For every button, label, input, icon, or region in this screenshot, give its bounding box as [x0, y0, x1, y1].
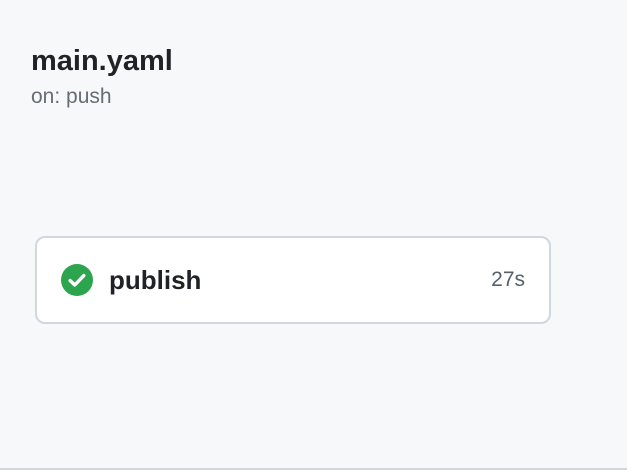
workflow-graph-panel: main.yaml on: push publish 27s	[0, 0, 627, 470]
workflow-title: main.yaml	[31, 45, 173, 77]
job-name: publish	[109, 265, 202, 295]
job-duration: 27s	[491, 268, 525, 291]
check-circle-icon	[61, 264, 93, 296]
workflow-header: main.yaml on: push	[31, 42, 173, 110]
workflow-trigger: on: push	[31, 85, 112, 108]
job-card-publish[interactable]: publish 27s	[35, 236, 551, 324]
bottom-strip	[0, 470, 627, 476]
